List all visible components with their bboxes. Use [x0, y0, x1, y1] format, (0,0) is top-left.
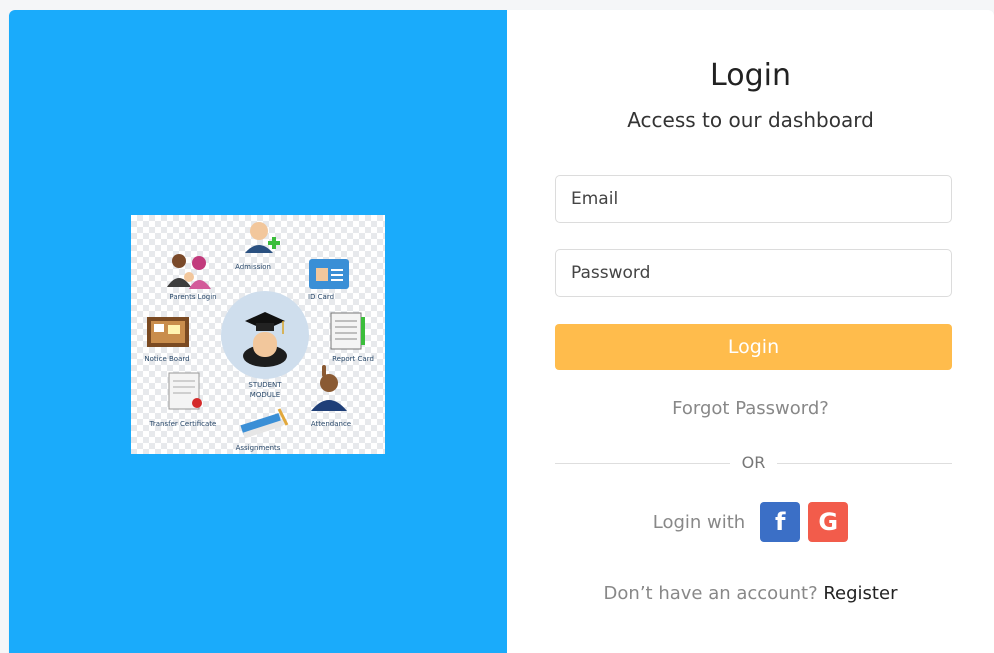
divider-line-right: [777, 463, 952, 464]
register-row: Don’t have an account? Register: [507, 583, 994, 604]
google-login-button[interactable]: G: [808, 502, 849, 542]
register-link[interactable]: Register: [823, 583, 897, 604]
social-login-label: Login with: [652, 511, 746, 533]
login-card: STUDENT MODULE Admission ID Card Parents…: [9, 10, 994, 653]
id-card-label: ID Card: [308, 293, 334, 301]
email-field[interactable]: [555, 175, 952, 223]
notice-board-icon: [147, 317, 189, 347]
student-graduate-icon: [221, 291, 309, 379]
attendance-icon: [311, 365, 347, 411]
password-field[interactable]: [555, 249, 952, 297]
center-label-2: MODULE: [250, 391, 280, 399]
parents-label: Parents Login: [169, 293, 216, 301]
id-card-icon: [309, 259, 349, 289]
divider-text: OR: [741, 453, 766, 472]
no-account-text: Don’t have an account?: [603, 583, 818, 604]
admission-label: Admission: [235, 263, 271, 271]
report-card-icon: [330, 312, 365, 350]
page-subtitle: Access to our dashboard: [627, 108, 874, 132]
student-module-illustration: STUDENT MODULE Admission ID Card Parents…: [131, 215, 385, 454]
transfer-certificate-label: Transfer Certificate: [149, 420, 217, 428]
login-form-panel: Login Access to our dashboard Login Forg…: [507, 10, 994, 653]
parents-icon: [167, 254, 211, 289]
forgot-password-link[interactable]: Forgot Password?: [507, 398, 994, 419]
or-divider: OR: [555, 455, 952, 471]
page-title: Login: [710, 58, 791, 93]
report-card-label: Report Card: [332, 355, 374, 363]
social-login-row: Login with f G: [507, 502, 994, 542]
attendance-label: Attendance: [311, 420, 351, 428]
admission-icon: [245, 222, 280, 253]
transfer-certificate-icon: [168, 372, 202, 410]
notice-board-label: Notice Board: [144, 355, 189, 363]
center-label-1: STUDENT: [248, 381, 282, 389]
facebook-icon: f: [775, 508, 786, 536]
facebook-login-button[interactable]: f: [760, 502, 801, 542]
divider-line-left: [555, 463, 730, 464]
google-icon: G: [818, 508, 839, 536]
login-button[interactable]: Login: [555, 324, 952, 370]
assignments-label: Assignments: [236, 444, 281, 452]
left-hero-panel: STUDENT MODULE Admission ID Card Parents…: [9, 10, 507, 653]
assignments-icon: [240, 408, 289, 439]
